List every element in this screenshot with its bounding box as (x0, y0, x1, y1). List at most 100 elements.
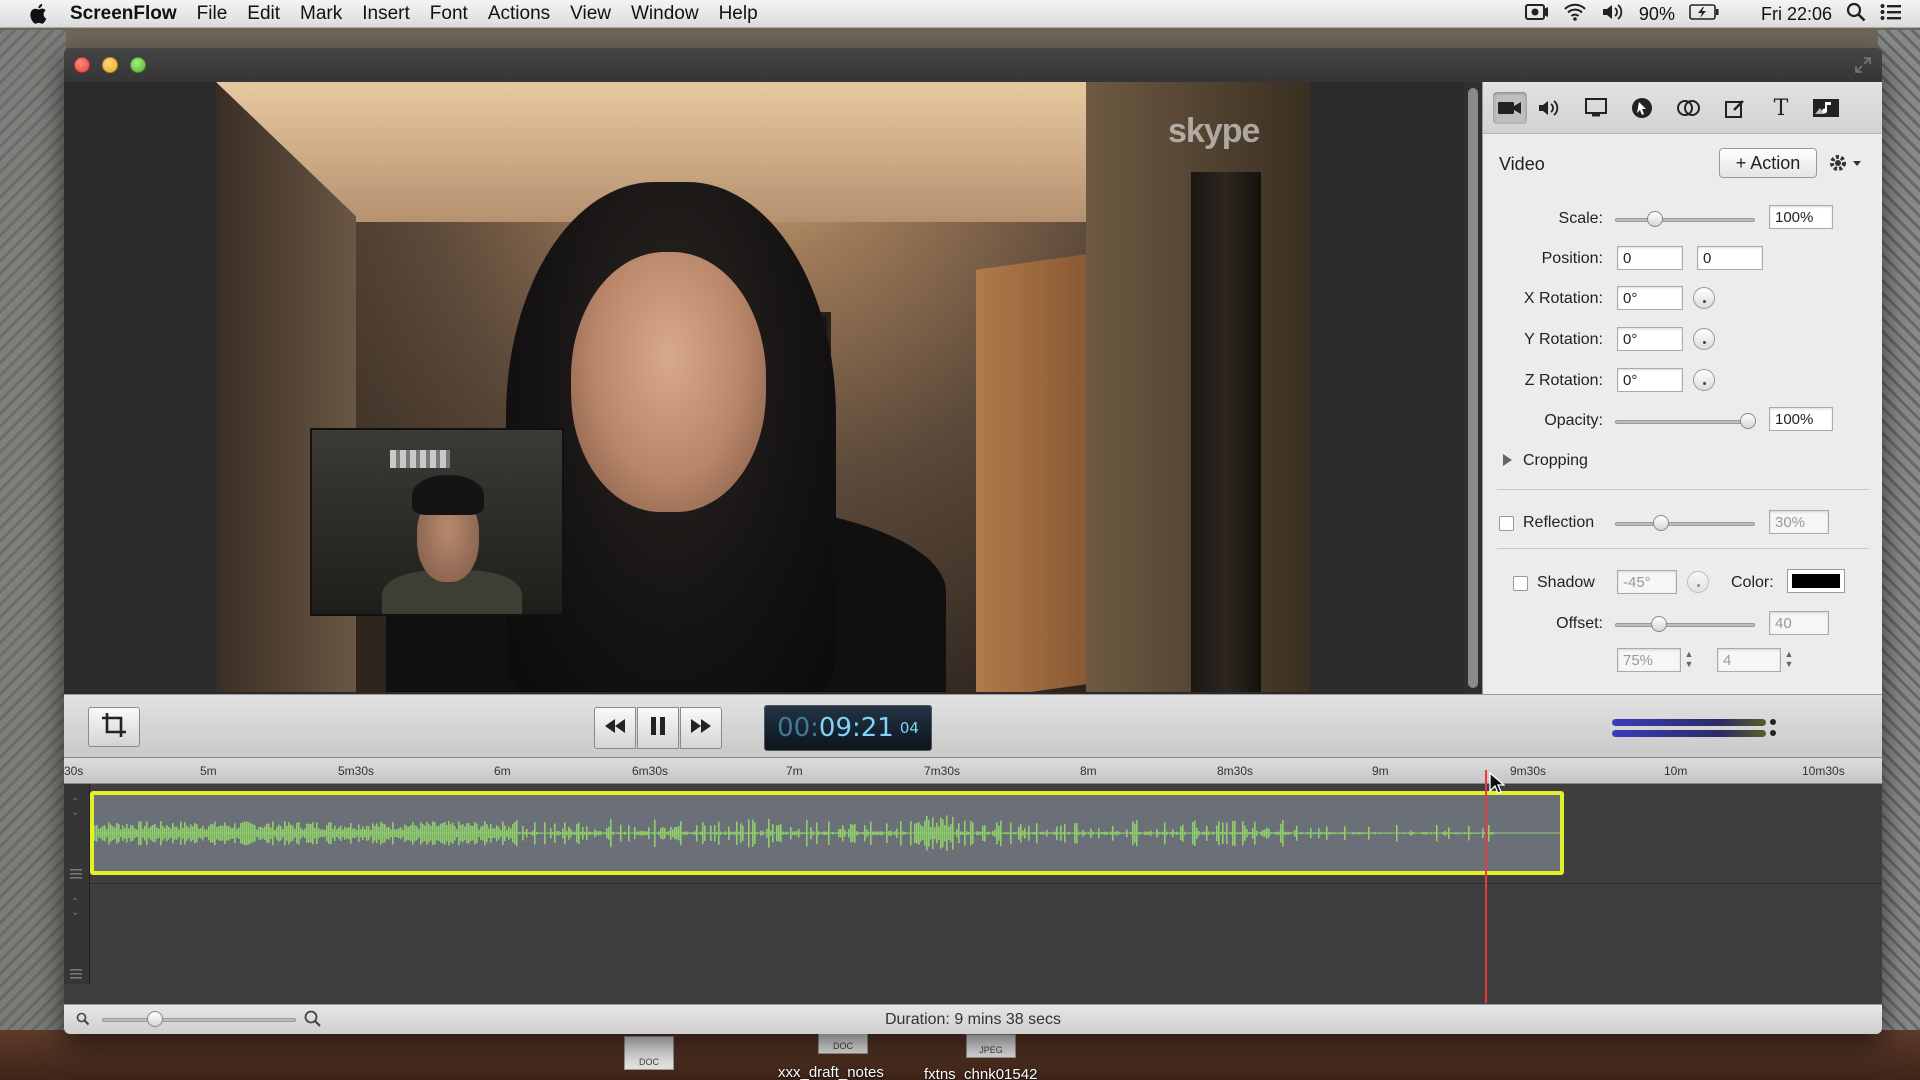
text-icon[interactable]: T (1764, 92, 1798, 124)
menu-help[interactable]: Help (709, 3, 768, 25)
notification-center-icon[interactable] (1880, 3, 1902, 26)
position-y-field[interactable]: 0 (1697, 246, 1763, 270)
scale-slider[interactable] (1615, 211, 1755, 227)
desktop-jpeg-icon[interactable]: JPEG (966, 1034, 1016, 1058)
waveform-bar (1226, 822, 1228, 845)
position-x-field[interactable]: 0 (1617, 246, 1683, 270)
annotation-icon[interactable] (1672, 92, 1706, 124)
track-height-icon[interactable]: ⌃ ⌄ (71, 798, 79, 818)
timeline-tracks[interactable]: ⌃ ⌄ ⌃ ⌄ (64, 784, 1882, 1034)
callout-icon[interactable] (1625, 92, 1659, 124)
waveform-bar (658, 831, 660, 835)
menu-app-name[interactable]: ScreenFlow (52, 3, 187, 25)
menu-actions[interactable]: Actions (478, 3, 560, 25)
menu-font[interactable]: Font (420, 3, 478, 25)
zoom-button[interactable] (130, 57, 146, 73)
opacity-slider-knob[interactable] (1740, 413, 1756, 429)
menu-file[interactable]: File (187, 3, 238, 25)
track-height-icon[interactable]: ⌃ ⌄ (71, 898, 79, 918)
cropping-label[interactable]: Cropping (1523, 452, 1588, 470)
waveform-bar (1096, 832, 1098, 835)
opacity-field[interactable]: 100% (1769, 407, 1833, 431)
volume-icon[interactable] (1601, 3, 1625, 26)
desktop-file-label[interactable]: xxx_draft_notes (778, 1064, 884, 1080)
offset-slider-knob[interactable] (1650, 616, 1667, 632)
z-rotation-dial[interactable] (1693, 369, 1715, 391)
rewind-button[interactable] (594, 707, 636, 749)
disclosure-triangle-icon[interactable] (1501, 453, 1513, 472)
menu-view[interactable]: View (560, 3, 621, 25)
desktop-doc-icon[interactable]: DOC (624, 1036, 674, 1070)
shadow-angle-field[interactable]: -45° (1617, 570, 1677, 594)
spotlight-search-icon[interactable] (1846, 2, 1866, 27)
y-rotation-dial[interactable] (1693, 328, 1715, 350)
reflection-slider-knob[interactable] (1653, 515, 1670, 531)
audio-clip[interactable] (90, 791, 1564, 875)
offset-slider[interactable] (1615, 616, 1755, 632)
shadow-color-well[interactable] (1787, 569, 1845, 593)
audio-icon[interactable] (1532, 92, 1566, 124)
menu-mark[interactable]: Mark (290, 3, 352, 25)
reflection-checkbox[interactable] (1499, 516, 1514, 531)
pause-button[interactable] (637, 707, 679, 749)
offset-field[interactable]: 40 (1769, 611, 1829, 635)
waveform-bar (308, 823, 310, 843)
menu-window[interactable]: Window (621, 3, 709, 25)
fast-forward-button[interactable] (680, 707, 722, 749)
canvas-area[interactable]: skype (64, 82, 1464, 694)
clock[interactable]: Fri 22:06 (1761, 4, 1832, 25)
x-rotation-dial[interactable] (1693, 287, 1715, 309)
track-header-1[interactable]: ⌃ ⌄ (64, 784, 90, 884)
waveform-bar (820, 832, 822, 835)
shadow-color-swatch (1792, 574, 1840, 588)
shadow-opacity-field[interactable]: 75% (1617, 648, 1681, 672)
track-header-2[interactable]: ⌃ ⌄ (64, 884, 90, 984)
playhead-line[interactable] (1485, 770, 1487, 1003)
shadow-blur-field[interactable]: 4 (1717, 648, 1781, 672)
reflection-slider[interactable] (1615, 515, 1755, 531)
battery-icon[interactable] (1689, 3, 1719, 25)
menu-insert[interactable]: Insert (352, 3, 420, 25)
media-icon[interactable] (1809, 92, 1843, 124)
shadow-checkbox[interactable] (1513, 576, 1528, 591)
apple-icon[interactable] (24, 0, 52, 28)
fullscreen-icon[interactable] (1854, 56, 1872, 79)
scale-field[interactable]: 100% (1769, 205, 1833, 229)
picture-in-picture-video[interactable] (310, 428, 564, 616)
menu-edit[interactable]: Edit (237, 3, 290, 25)
x-rotation-field[interactable]: 0° (1617, 286, 1683, 310)
track-menu-icon[interactable] (70, 866, 82, 884)
video-icon[interactable] (1493, 92, 1527, 124)
touch-icon[interactable] (1718, 92, 1752, 124)
gear-icon[interactable] (1827, 152, 1863, 179)
waveform-bar (520, 832, 522, 834)
scale-slider-knob[interactable] (1647, 211, 1663, 227)
canvas-scrollbar[interactable] (1464, 82, 1482, 694)
track-menu-icon[interactable] (70, 966, 82, 984)
waveform-bar (284, 821, 286, 846)
waveform-bar (1162, 831, 1164, 835)
wifi-icon[interactable] (1563, 3, 1587, 26)
reflection-field[interactable]: 30% (1769, 510, 1829, 534)
waveform-bar (1482, 828, 1484, 839)
shadow-opacity-stepper[interactable]: ▲ ▼ (1683, 649, 1695, 671)
screen-record-icon[interactable] (1524, 3, 1549, 26)
timecode-display[interactable]: 00: 09:21 04 (764, 705, 932, 751)
title-bar[interactable] (64, 48, 1882, 82)
shadow-angle-dial[interactable] (1687, 571, 1709, 593)
add-action-button[interactable]: + Action (1719, 148, 1817, 178)
desktop-file-label[interactable]: fxtns_chnk01542 (924, 1066, 1037, 1080)
video-preview[interactable]: skype (216, 82, 1310, 692)
timeline-ruler[interactable]: 30s 5m 5m30s 6m 6m30s 7m 7m30s 8m 8m30s … (64, 758, 1882, 784)
canvas-scrollbar-thumb[interactable] (1468, 88, 1478, 688)
crop-tool-button[interactable] (88, 707, 140, 747)
screen-icon[interactable] (1579, 92, 1613, 124)
minimize-button[interactable] (102, 57, 118, 73)
desktop-doc-icon-2[interactable]: DOC (818, 1032, 868, 1054)
z-rotation-field[interactable]: 0° (1617, 368, 1683, 392)
opacity-slider[interactable] (1615, 413, 1756, 429)
shadow-blur-stepper[interactable]: ▲ ▼ (1783, 649, 1795, 671)
close-button[interactable] (74, 57, 90, 73)
battery-percent[interactable]: 90% (1639, 4, 1675, 25)
y-rotation-field[interactable]: 0° (1617, 327, 1683, 351)
